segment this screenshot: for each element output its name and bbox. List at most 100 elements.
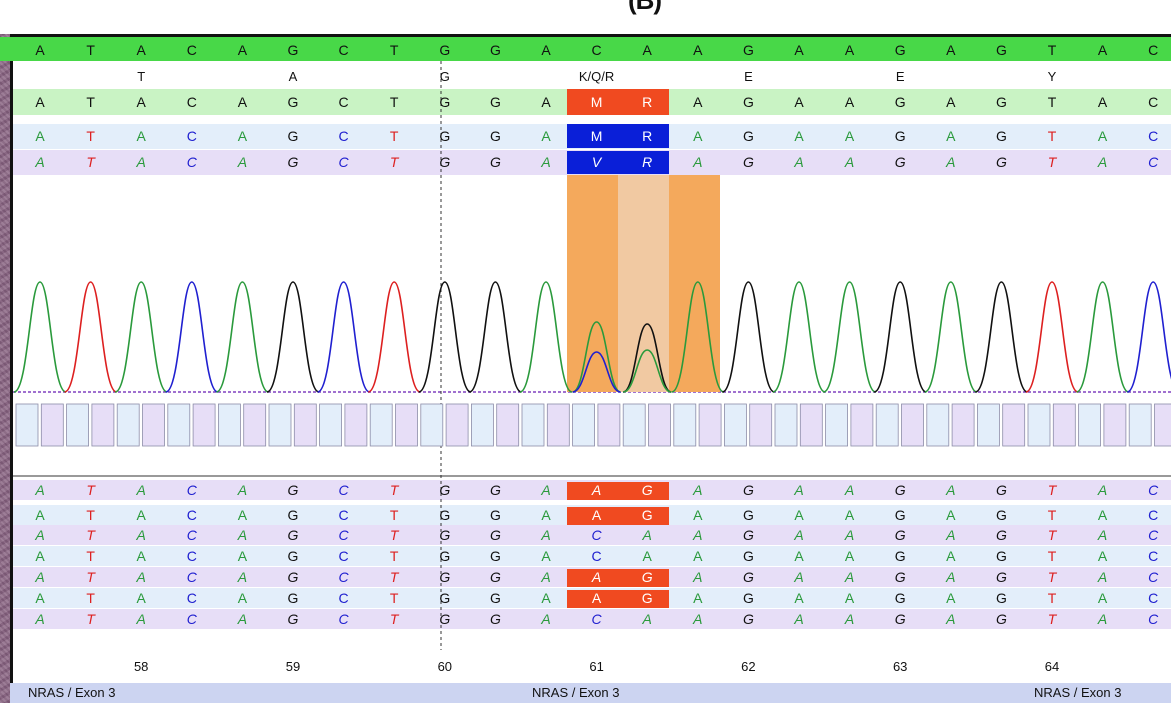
aa-sample: E [896,69,905,84]
track1-base: T [86,128,95,144]
track1-base: G [288,128,299,144]
read-base: G [642,482,653,498]
read-base: A [1098,590,1108,606]
consensus-base: A [541,94,551,110]
read-base: A [844,611,854,627]
read-base: A [1098,548,1108,564]
read-base: G [996,590,1007,606]
quality-bar [724,403,747,447]
read-base: C [1148,548,1158,564]
read-base: G [490,569,501,585]
trace-peak [924,281,978,393]
track1-base: A [794,128,804,144]
read-base: G [642,590,653,606]
trace-peak [873,281,927,393]
quality-bar [420,403,444,447]
aa-ref: Q [592,17,602,32]
ref-base: A [1098,42,1108,58]
consensus-base: A [238,94,248,110]
read-base: A [844,569,854,585]
read-base: G [743,611,754,627]
read-base: T [86,611,96,627]
track2-base: G [490,154,501,170]
read-mutation-box [567,507,669,525]
consensus-base: M [591,94,603,110]
read-base: T [1048,548,1057,564]
ref-base: A [794,42,804,58]
track1-base: T [390,128,399,144]
track2-base: G [895,154,906,170]
read-base: A [237,482,247,498]
read-base: A [643,548,653,564]
track1-mutation-box [567,124,669,148]
read-base: T [390,507,399,523]
quality-bar [774,403,798,447]
quality-bar [192,403,216,447]
read-base: G [996,507,1007,523]
read-base: A [793,482,803,498]
read-base: A [34,611,44,627]
track1-base: A [693,128,703,144]
quality-bar [648,403,671,447]
quality-bar [825,403,848,447]
read-base: A [642,611,652,627]
track1-base: A [946,128,956,144]
codon-number: 59 [286,659,300,674]
read-base: A [845,548,855,564]
consensus-base: A [794,94,804,110]
trace-peak [317,281,371,393]
consensus-base: C [1148,94,1158,110]
read-base: A [592,507,602,523]
read-base: G [490,611,501,627]
read-base: G [743,527,754,543]
quality-bars [15,403,1171,447]
aa-sample: Y [1048,69,1057,84]
read-base: G [743,548,754,564]
read-base: C [187,569,198,585]
quality-bar [1027,403,1051,447]
trace-peak [721,281,775,393]
ref-base: G [996,42,1007,58]
read-base: T [86,482,96,498]
read-base: A [1097,527,1107,543]
read-base: A [794,507,804,523]
read-base: G [288,569,299,585]
quality-bar [217,403,241,447]
read-base: C [187,482,198,498]
aa-sample: E [744,69,753,84]
quality-bar [268,403,292,447]
track2-base: G [439,154,450,170]
read-base: C [1148,527,1159,543]
read-mutation-box [567,482,669,500]
ref-base: A [137,42,147,58]
trace-peak [823,281,877,393]
read-base: G [895,527,906,543]
read-base: A [692,611,702,627]
aa-ref: E [744,17,753,32]
consensus-base: A [946,94,956,110]
aa-ref: G [440,17,450,32]
read-base: G [288,590,299,606]
trace-peak [1126,281,1171,393]
read-base: G [439,548,450,564]
read-base: A [793,569,803,585]
read-base: A [946,507,956,523]
read-base: A [137,590,147,606]
read-base: A [34,527,44,543]
read-base: G [439,482,450,498]
ref-base: T [1048,42,1057,58]
read-base: A [136,611,146,627]
track1-base: A [137,128,147,144]
read-base: G [895,482,906,498]
alignment-view: T A G Q E E YT A G K/Q/R E E YA T A C A G C T G G A C A A G A A G A G T A… [0,17,1171,674]
quality-bar [395,403,418,447]
read-base: C [339,569,350,585]
trace-peak [772,281,826,393]
read-base: G [439,507,450,523]
read-base: T [1048,507,1057,523]
trace-peak [418,281,472,393]
quality-bar [1052,403,1076,447]
read-mutation-box [567,569,669,587]
track2-base: A [136,154,146,170]
read-base: C [339,507,349,523]
